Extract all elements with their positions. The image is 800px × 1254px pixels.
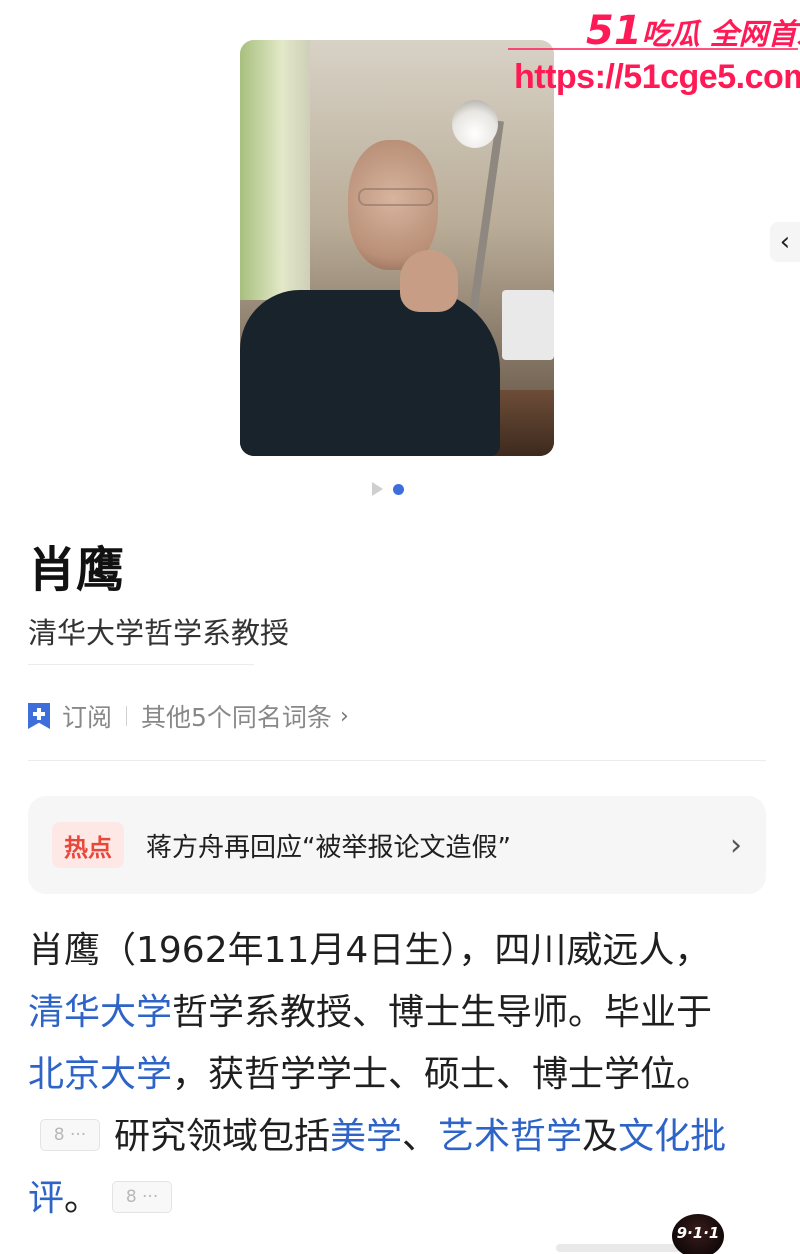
- watermark-divider: [508, 48, 798, 50]
- bookmark-add-icon[interactable]: [28, 703, 50, 729]
- lamp-shape: [452, 100, 498, 148]
- intro-line: 肖鹰（1962年11月4日生），四川威远人，: [28, 930, 711, 971]
- page-subtitle: 清华大学哲学系教授: [28, 616, 290, 650]
- intro-line: 评。 8 ···: [28, 1168, 773, 1230]
- intro-text: 。: [64, 1178, 101, 1219]
- link-cultural-criticism[interactable]: 文化批: [618, 1116, 726, 1157]
- person-hand-shape: [400, 250, 458, 312]
- intro-text: 、: [402, 1116, 439, 1157]
- side-panel-toggle[interactable]: ‹: [770, 222, 800, 262]
- divider: [28, 760, 766, 761]
- portrait-photo[interactable]: [240, 40, 554, 456]
- floating-911-badge[interactable]: 9·1·1: [672, 1214, 724, 1254]
- chevron-left-icon: ‹: [779, 227, 791, 257]
- hot-topic-card[interactable]: 热点 蒋方舟再回应“被举报论文造假” ›: [28, 796, 766, 894]
- intro-text: 及: [582, 1116, 619, 1157]
- citation-ref[interactable]: 8 ···: [112, 1181, 173, 1213]
- printer-shape: [502, 290, 554, 360]
- carousel-dot-active[interactable]: [393, 483, 404, 495]
- entry-actions: 订阅 其他5个同名词条 ›: [28, 698, 349, 734]
- watermark-url: https://51cge5.com: [514, 58, 800, 96]
- link-tsinghua[interactable]: 清华大学: [28, 992, 172, 1033]
- intro-paragraph: 肖鹰（1962年11月4日生），四川威远人， 清华大学哲学系教授、博士生导师。毕…: [28, 920, 773, 1230]
- link-cultural-criticism-cont[interactable]: 评: [28, 1178, 64, 1219]
- link-art-philosophy[interactable]: 艺术哲学: [438, 1116, 582, 1157]
- link-peking-university[interactable]: 北京大学: [28, 1054, 172, 1095]
- intro-text: 哲学系教授、博士生导师。毕业于: [172, 992, 713, 1033]
- citation-ref[interactable]: 8 ···: [40, 1119, 100, 1151]
- link-aesthetics[interactable]: 美学: [330, 1116, 402, 1157]
- baike-entry-page: ‹ 51吃瓜 全网首发 https://51cge5.com 肖鹰 清华大学哲学…: [0, 0, 800, 1254]
- intro-text: ，获哲学学士、硕士、博士学位。: [172, 1054, 713, 1095]
- glasses-shape: [358, 188, 434, 206]
- hot-badge: 热点: [52, 822, 124, 868]
- separator: [126, 706, 128, 726]
- chevron-right-icon[interactable]: ›: [340, 704, 349, 729]
- intro-line: 8 ··· 研究领域包括美学、艺术哲学及文化批: [28, 1106, 773, 1168]
- page-title: 肖鹰: [28, 542, 125, 598]
- same-name-entries-link[interactable]: 其他5个同名词条: [141, 698, 332, 734]
- divider: [28, 664, 254, 665]
- watermark-brand-text: 吃瓜 全网首发: [641, 17, 800, 51]
- person-body-shape: [240, 290, 500, 456]
- hot-topic-text[interactable]: 蒋方舟再回应“被举报论文造假”: [146, 827, 730, 864]
- video-play-icon[interactable]: [372, 482, 383, 496]
- carousel-indicator[interactable]: [372, 482, 404, 496]
- chevron-right-icon[interactable]: ›: [730, 828, 742, 863]
- curtain-shape: [240, 40, 310, 300]
- intro-line: 清华大学哲学系教授、博士生导师。毕业于: [28, 982, 773, 1044]
- subscribe-button[interactable]: 订阅: [62, 698, 112, 734]
- intro-text: 研究领域包括: [114, 1116, 331, 1157]
- intro-line: 北京大学，获哲学学士、硕士、博士学位。: [28, 1044, 773, 1106]
